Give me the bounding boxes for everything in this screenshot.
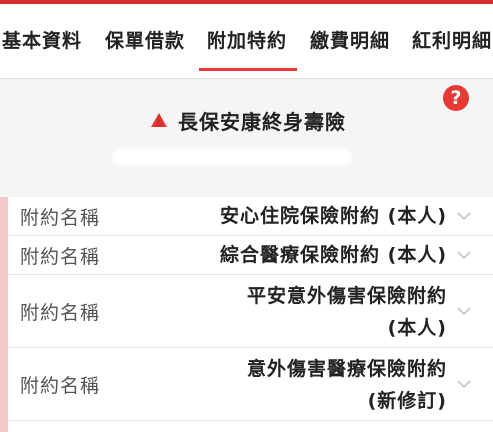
list-item[interactable]: 附約名稱 意外傷害醫療保險附約 (新修訂) xyxy=(8,348,493,421)
tab-policy-loan[interactable]: 保單借款 xyxy=(105,26,185,53)
rider-name-line: (本人) xyxy=(387,317,447,339)
tab-basic-info[interactable]: 基本資料 xyxy=(2,26,82,53)
triangle-logo-icon xyxy=(151,113,167,127)
rider-label: 附約名稱 xyxy=(20,375,101,397)
help-icon[interactable]: ? xyxy=(443,85,469,111)
rider-label: 附約名稱 xyxy=(20,207,101,229)
tab-bar: 基本資料 保單借款 附加特約 繳費明細 紅利明細 xyxy=(0,4,493,79)
active-tab-indicator xyxy=(199,68,297,71)
rider-name: 綜合醫療保險附約 (本人) xyxy=(220,239,447,271)
rider-name: 平安意外傷害保險附約 (本人) xyxy=(247,280,447,344)
rider-name-line: (新修訂) xyxy=(367,390,447,412)
tab-riders[interactable]: 附加特約 xyxy=(207,26,287,53)
rider-name-line: 綜合醫療保險附約 (本人) xyxy=(220,244,447,266)
rider-name: 意外傷害醫療保險附約 (新修訂) xyxy=(247,353,447,417)
list-item[interactable]: 附約名稱 綜合醫療保險附約 (本人) xyxy=(8,236,493,275)
rider-label: 附約名稱 xyxy=(20,302,101,324)
list-accent-bar xyxy=(0,197,8,432)
redacted-policy-number xyxy=(112,149,352,165)
list-item[interactable]: 附約名稱 平安意外傷害保險附約 (本人) xyxy=(8,275,493,348)
rider-name-line: 平安意外傷害保險附約 xyxy=(246,285,447,307)
list-item[interactable]: 附約名稱 安心住院保險附約 (本人) xyxy=(8,197,493,236)
tab-dividend-details[interactable]: 紅利明細 xyxy=(412,26,492,53)
chevron-down-icon[interactable] xyxy=(457,379,471,389)
chevron-down-icon[interactable] xyxy=(457,306,471,316)
rider-label: 附約名稱 xyxy=(20,246,101,268)
chevron-down-icon[interactable] xyxy=(457,250,471,260)
product-name: 長保安康終身壽險 xyxy=(178,109,346,134)
rider-name: 安心住院保險附約 (本人) xyxy=(220,200,447,232)
tab-payment-details[interactable]: 繳費明細 xyxy=(310,26,390,53)
product-title-row: 長保安康終身壽險 xyxy=(150,105,346,135)
chevron-down-icon[interactable] xyxy=(457,211,471,221)
rider-name-line: 意外傷害醫療保險附約 xyxy=(246,358,447,380)
rider-list: 附約名稱 安心住院保險附約 (本人) 附約名稱 綜合醫療保險附約 (本人) 附約… xyxy=(0,197,493,432)
policy-header: ? 長保安康終身壽險 xyxy=(0,79,493,197)
rider-name-line: 安心住院保險附約 (本人) xyxy=(220,205,447,227)
